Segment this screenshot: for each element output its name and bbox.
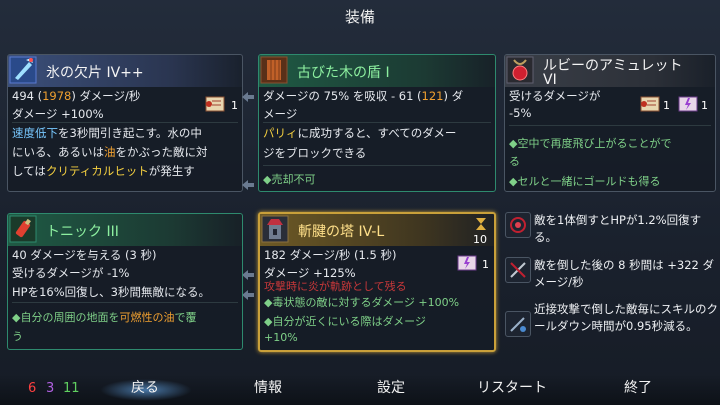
divider [263,122,491,123]
item-card-old-shield[interactable]: 古びた木の盾 I ダメージの 75% を吸収 - 61 (121) ダ メージ … [258,54,496,192]
mutation-3[interactable]: 近接攻撃で倒した敵毎にスキルのクールダウン時間が0.95秒減る。 [505,301,718,353]
item-card-tower[interactable]: 斬腱の塔 IV-L 10 182 ダメージ/秒 (1.5 秒) ダメージ +12… [258,212,496,352]
divider [12,122,238,123]
tower-icon [260,214,290,244]
scroll-count: 1 [231,99,238,112]
tower-perk-2-cont: +10% [264,331,298,344]
item-card-ruby-amulet[interactable]: ルビーのアミュレット VI 受けるダメージが -5% 1 1 ◆空中で再度飛び上… [504,54,716,192]
scroll-purple-icon [456,252,478,274]
brutality-count: 6 [28,381,37,396]
item-name-tier: VI [543,72,557,88]
item-name: 氷の欠片 IV++ [46,65,144,81]
hourglass-icon [474,216,488,230]
absorb-line: ダメージの 75% を吸収 - 61 (121) ダ [263,89,464,103]
swap-arrow-icon [242,92,254,102]
amulet-perk-2: ◆セルと一緒にゴールドも得る [509,175,661,188]
item-name: 古びた木の盾 I [297,65,390,81]
divider [12,302,238,303]
back-button[interactable]: 戻る [131,377,159,397]
divider [509,125,711,126]
mutation-text: 近接攻撃で倒した敵毎にスキルのクールダウン時間が0.95秒減る。 [534,302,718,333]
survival-count: 11 [63,381,80,396]
scroll-count: 1 [701,99,708,112]
scroll-red-icon [204,93,226,115]
tonic-perk: ◆自分の周囲の地面を可燃性の油で覆 [12,311,197,324]
tonic-icon [8,214,38,244]
amulet-icon [505,55,535,85]
item-name: ルビーのアミュレット [543,58,683,74]
item-description-line-1: パリィに成功すると、すべてのダメー [263,126,457,140]
damage-bonus: ダメージ +100% [12,107,104,121]
unsellable-tag: ◆売却不可 [263,173,316,186]
sword-cross-icon [505,257,531,283]
mutation-text: 敵を倒した後の 8 秒間は +322 ダメージ/秒 [534,258,715,289]
swap-arrow-icon [242,270,254,280]
card-header [8,214,242,246]
scroll-red-icon [639,93,661,115]
tonic-description: HPを16%回復し、3秒間無敵になる。 [12,285,210,299]
amulet-perk-1-cont: る [509,155,520,168]
amulet-perk-1: ◆空中で再度飛び上がることがで [509,137,672,150]
tonic-perk-cont: う [12,330,23,343]
mutation-2[interactable]: 敵を倒した後の 8 秒間は +322 ダメージ/秒 [505,257,715,293]
damage-taken-value: -5% [509,106,532,120]
item-name: 斬腱の塔 IV-L [298,224,385,240]
tonic-damage: 40 ダメージを与える (3 秒) [12,248,157,262]
wooden-shield-icon [259,55,289,85]
item-description-line-3: してはクリティカルヒットが発生す [12,164,195,178]
settings-button[interactable]: 設定 [377,377,405,397]
tower-perk-1: ◆毒状態の敵に対するダメージ +100% [264,296,460,309]
swap-arrow-icon [242,290,254,300]
scroll-count: 1 [663,99,670,112]
tower-perk-2: ◆自分が近くにいる際はダメージ [264,315,426,328]
tower-fire-trail: 攻撃時に炎が軌跡として残る [264,280,407,293]
ice-shard-icon [8,55,38,85]
info-button[interactable]: 情報 [254,377,282,397]
item-card-tonic[interactable]: トニック III 40 ダメージを与える (3 秒) 受けるダメージが -1% … [7,213,243,350]
mutation-1[interactable]: 敵を1体倒すとHPが1.2%回復する。 [505,212,715,248]
absorb-line-2: メージ [263,107,298,121]
tower-dps: 182 ダメージ/秒 (1.5 秒) [264,248,397,262]
kill-heal-icon [505,212,531,238]
scroll-count: 1 [482,258,489,271]
quit-button[interactable]: 終了 [624,377,652,397]
melee-cooldown-icon [505,311,531,337]
item-description-line-2: ジをブロックできる [263,146,367,160]
mutation-text: 敵を1体倒すとHPが1.2%回復する。 [534,213,702,244]
ammo-count: 10 [473,233,487,246]
divider [263,165,491,166]
item-description-line-1: 速度低下を3秒間引き起こす。水の中 [12,126,202,140]
scroll-purple-icon [677,93,699,115]
restart-button[interactable]: リスタート [477,377,547,397]
item-description-line-2: にいる、あるいは油をかぶった敵に対 [12,145,208,159]
item-name: トニック III [46,224,119,240]
dps-line: 494 (1978) ダメージ/秒 [12,89,141,103]
tonic-defense: 受けるダメージが -1% [12,266,130,280]
damage-taken: 受けるダメージが [509,89,601,103]
item-card-ice-shard[interactable]: 氷の欠片 IV++ 494 (1978) ダメージ/秒 ダメージ +100% 1… [7,54,243,192]
swap-arrow-icon [242,180,254,190]
page-title: 装備 [344,8,375,26]
tactics-count: 3 [46,381,55,396]
